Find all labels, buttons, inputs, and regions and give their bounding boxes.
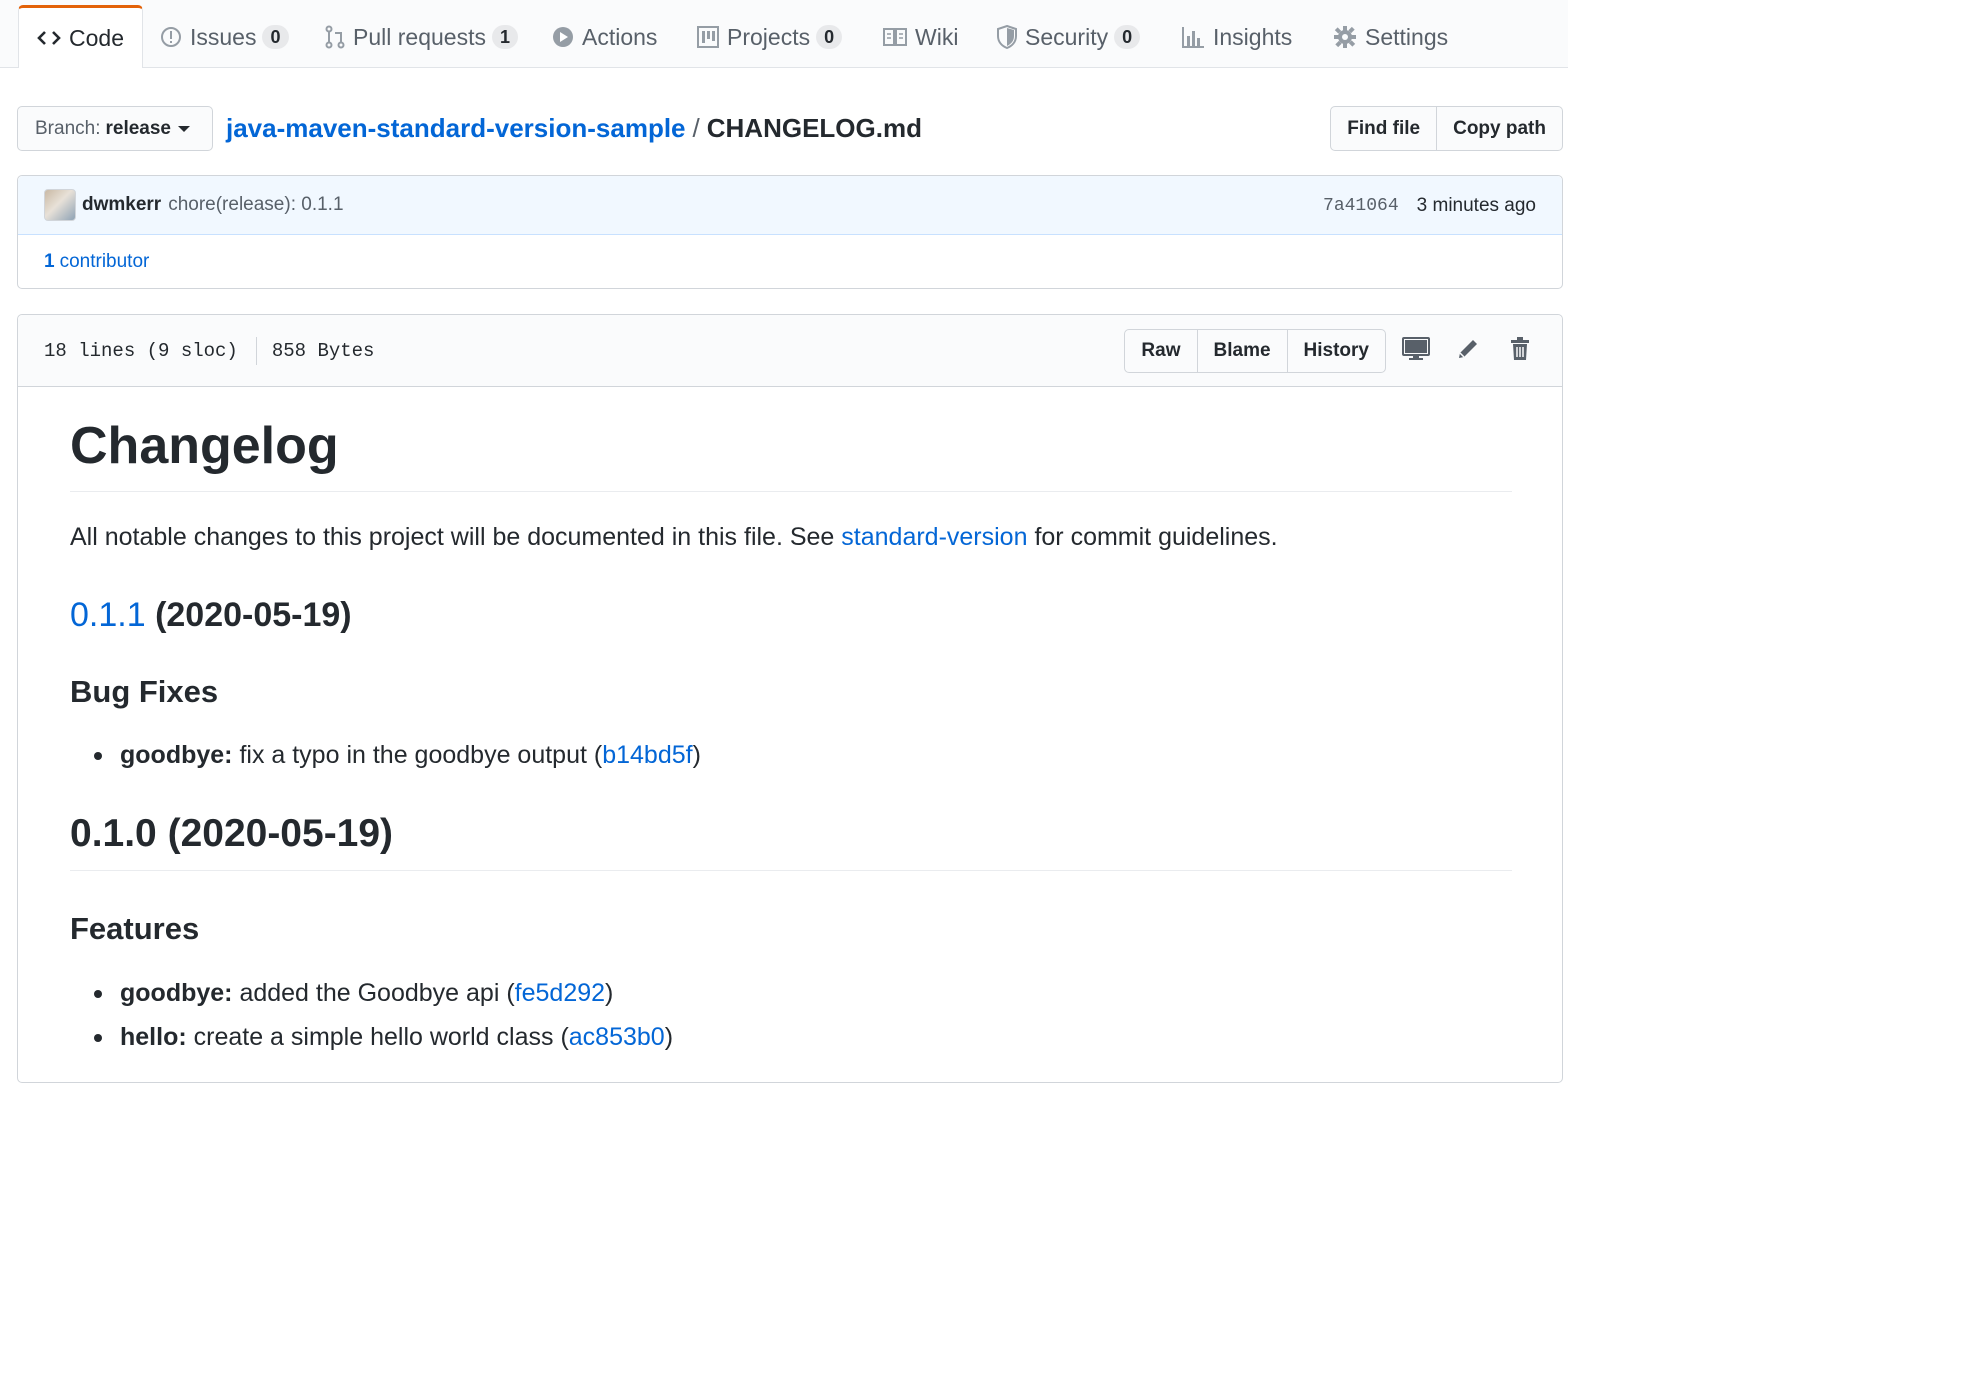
git-pull-request-icon: [325, 25, 345, 49]
tab-security-label: Security: [1025, 23, 1109, 50]
branch-prefix: Branch:: [35, 117, 101, 139]
issues-count-badge: 0: [262, 25, 289, 49]
title-divider: [70, 491, 1512, 492]
tab-settings[interactable]: Settings: [1333, 6, 1448, 68]
chevron-down-icon: [178, 125, 190, 132]
release-heading-0-1-0: 0.1.0 (2020-05-19): [70, 812, 394, 855]
file-header: 18 lines (9 sloc) 858 Bytes Raw Blame Hi…: [18, 315, 1562, 387]
tab-security[interactable]: Security 0: [997, 6, 1141, 68]
tab-actions-label: Actions: [582, 23, 658, 50]
pull-requests-count-badge: 1: [491, 25, 518, 49]
gear-icon: [1334, 26, 1356, 48]
tab-projects-label: Projects: [727, 23, 811, 50]
contributors-label: contributor: [59, 250, 150, 272]
features-heading: Features: [70, 911, 200, 946]
commit-meta: 7a41064 3 minutes ago: [1323, 176, 1536, 235]
list-item: goodbye: fix a typo in the goodbye outpu…: [94, 737, 701, 773]
paren-close: ): [605, 979, 614, 1007]
file-info-divider: [255, 336, 257, 365]
commit-description: create a simple hello world class (: [186, 1023, 569, 1051]
commit-scope: hello:: [120, 1023, 187, 1051]
tab-settings-label: Settings: [1365, 23, 1449, 50]
projects-count-badge: 0: [816, 25, 843, 49]
issue-opened-icon: [161, 27, 181, 47]
avatar[interactable]: [44, 189, 76, 221]
file-box: 18 lines (9 sloc) 858 Bytes Raw Blame Hi…: [17, 314, 1563, 1083]
release-date: (2020-05-19): [145, 596, 352, 634]
tab-wiki[interactable]: Wiki: [883, 6, 958, 68]
commit-author-link[interactable]: dwmkerr: [82, 194, 161, 216]
project-icon: [697, 26, 719, 48]
commit-box: dwmkerr chore(release): 0.1.1 7a41064 3 …: [17, 175, 1563, 289]
release-version-link[interactable]: 0.1.1: [70, 596, 146, 634]
security-count-badge: 0: [1114, 25, 1141, 49]
tab-pull-requests-label: Pull requests: [353, 23, 486, 50]
file-line-count: 18 lines (9 sloc): [44, 339, 238, 362]
tab-issues[interactable]: Issues 0: [160, 6, 289, 68]
release-heading-0-1-1: 0.1.1 (2020-05-19): [70, 592, 352, 638]
play-icon: [553, 27, 573, 47]
contributors-link[interactable]: 1 contributor: [18, 235, 1562, 288]
desktop-icon[interactable]: [1402, 337, 1430, 361]
pencil-icon[interactable]: [1456, 337, 1480, 361]
blame-button[interactable]: Blame: [1197, 329, 1288, 373]
commit-time: 3 minutes ago: [1416, 194, 1536, 216]
graph-icon: [1182, 27, 1204, 48]
changelog-title: Changelog: [70, 417, 339, 475]
breadcrumb: java-maven-standard-version-sample / CHANG…: [226, 110, 922, 146]
intro-text-after: for commit guidelines.: [1027, 523, 1278, 551]
tab-code[interactable]: Code: [18, 5, 143, 68]
trashcan-icon[interactable]: [1510, 337, 1530, 361]
tab-actions[interactable]: Actions: [552, 6, 657, 68]
find-file-button[interactable]: Find file: [1330, 106, 1438, 151]
commit-sha-link[interactable]: 7a41064: [1323, 196, 1399, 216]
history-button[interactable]: History: [1287, 329, 1386, 373]
code-icon: [37, 31, 61, 45]
breadcrumb-file-name: CHANGELOG.md: [706, 113, 922, 143]
commit-tease: dwmkerr chore(release): 0.1.1 7a41064 3 …: [18, 176, 1562, 235]
branch-select-button[interactable]: Branch: release: [17, 106, 213, 151]
intro-text-before: All notable changes to this project will…: [70, 523, 842, 551]
file-size: 858 Bytes: [271, 339, 375, 362]
release-divider: [70, 870, 1512, 871]
intro-paragraph: All notable changes to this project will…: [70, 519, 1278, 555]
tab-code-label: Code: [69, 24, 124, 51]
commit-scope: goodbye:: [120, 979, 233, 1007]
tab-issues-label: Issues: [190, 23, 257, 50]
commit-hash-link[interactable]: ac853b0: [569, 1023, 665, 1051]
tab-insights[interactable]: Insights: [1181, 6, 1292, 68]
commit-hash-link[interactable]: b14bd5f: [602, 741, 692, 769]
branch-name: release: [105, 117, 171, 139]
standard-version-link[interactable]: standard-version: [841, 523, 1027, 551]
commit-hash-link[interactable]: fe5d292: [515, 979, 605, 1007]
commit-description: added the Goodbye api (: [232, 979, 515, 1007]
bug-fixes-heading: Bug Fixes: [70, 674, 219, 709]
file-actions: Raw Blame History: [1124, 329, 1386, 373]
list-item: hello: create a simple hello world class…: [93, 1019, 674, 1055]
breadcrumb-separator: /: [692, 113, 700, 143]
shield-icon: [997, 25, 1017, 49]
list-item: goodbye: added the Goodbye api (fe5d292): [93, 975, 614, 1011]
repo-tabnav: Code Issues 0 Pull requests 1 Actions Pr…: [0, 0, 1568, 68]
path-actions: Find file Copy path: [1330, 106, 1563, 151]
tab-pull-requests[interactable]: Pull requests 1: [325, 6, 518, 68]
tab-wiki-label: Wiki: [915, 23, 959, 50]
copy-path-button[interactable]: Copy path: [1437, 106, 1563, 151]
paren-close: ): [692, 741, 701, 769]
commit-message-link[interactable]: chore(release): 0.1.1: [168, 194, 343, 216]
book-icon: [883, 28, 907, 46]
commit-description: fix a typo in the goodbye output (: [232, 741, 603, 769]
breadcrumb-repo-link[interactable]: java-maven-standard-version-sample: [226, 113, 686, 143]
tab-insights-label: Insights: [1213, 23, 1293, 50]
paren-close: ): [664, 1023, 674, 1051]
raw-button[interactable]: Raw: [1124, 329, 1198, 373]
commit-scope: goodbye:: [120, 741, 233, 769]
contributors-count: 1: [44, 250, 55, 272]
tab-projects[interactable]: Projects 0: [697, 6, 843, 68]
